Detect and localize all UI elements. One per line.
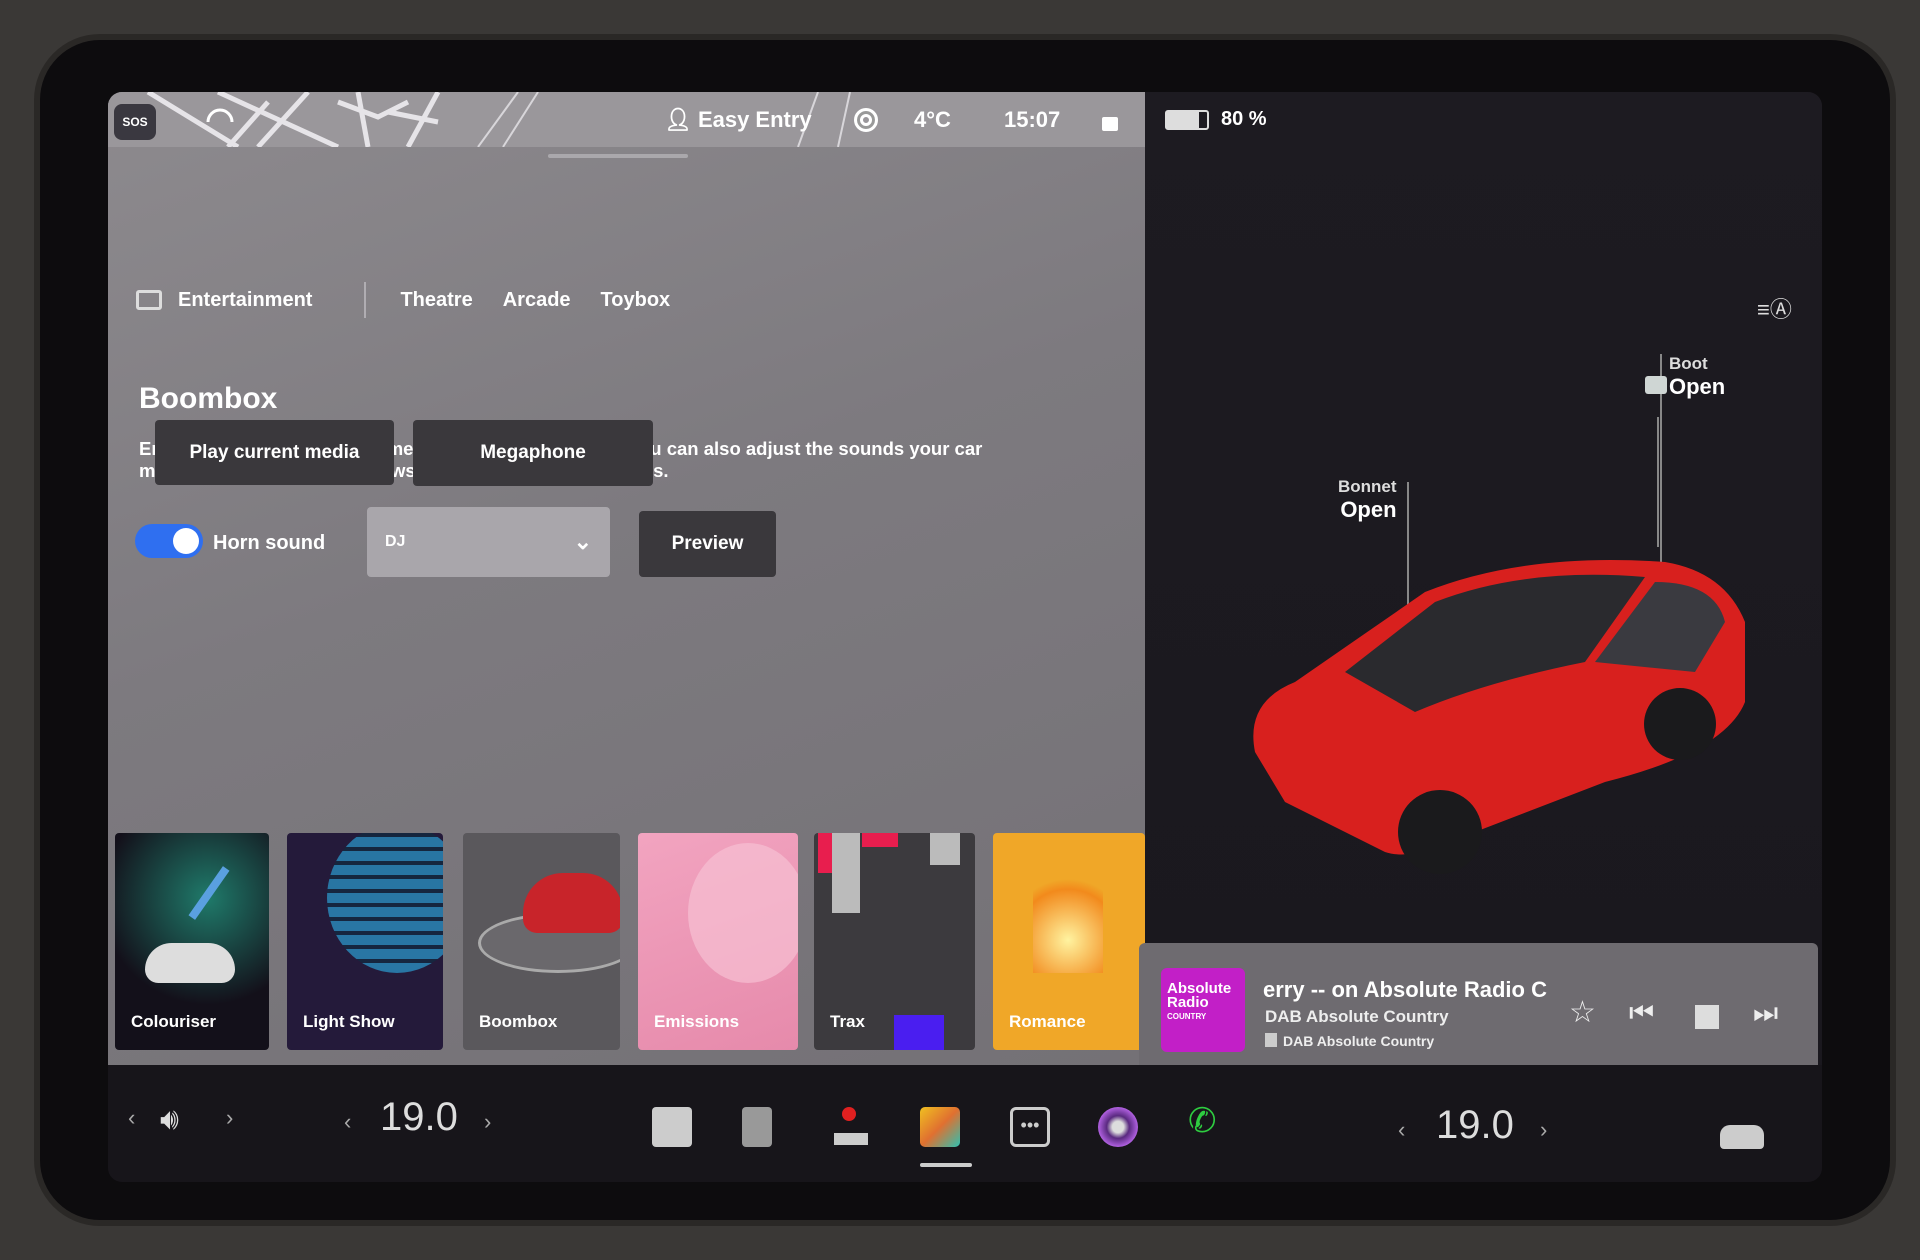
volume-down-chevron[interactable]: ‹ bbox=[128, 1105, 135, 1131]
tab-toybox[interactable]: Toybox bbox=[601, 289, 671, 312]
divider bbox=[364, 282, 367, 318]
volume-icon[interactable]: 🔊︎ bbox=[160, 1103, 179, 1137]
car-controls-icon[interactable] bbox=[1720, 1125, 1764, 1149]
cushion-icon bbox=[688, 843, 798, 983]
horn-sound-label: Horn sound bbox=[213, 532, 326, 554]
app-panel: SOS 👤︎ Easy Entry 4°C 15:07 Entertainmen… bbox=[108, 92, 1145, 1065]
wifi-icon bbox=[206, 108, 234, 123]
phone-icon[interactable]: ✆ bbox=[1188, 1101, 1217, 1141]
logo-text: COUNTRY bbox=[1167, 1012, 1207, 1021]
outside-temperature: 4°C bbox=[914, 107, 951, 132]
arcade-joystick-icon[interactable] bbox=[830, 1107, 870, 1147]
logo-text: Radio bbox=[1167, 994, 1209, 1011]
driver-temperature: 19.0 bbox=[380, 1095, 458, 1139]
map-strip[interactable]: SOS 👤︎ Easy Entry 4°C 15:07 bbox=[108, 92, 1145, 147]
tile-label: Romance bbox=[1009, 1012, 1086, 1031]
chevron-down-icon: ⌄ bbox=[573, 529, 592, 554]
driver-temp-down[interactable]: ‹ bbox=[344, 1109, 351, 1135]
vehicle-panel: 80 % ≡Ⓐ Bonnet Open Boot Open ϟ bbox=[1145, 92, 1822, 1065]
stop-icon[interactable] bbox=[1695, 1005, 1719, 1029]
tile-label: Boombox bbox=[479, 1012, 558, 1031]
disco-ball-icon bbox=[327, 833, 443, 973]
red-car-icon bbox=[523, 873, 620, 933]
radio-icon bbox=[1265, 1033, 1277, 1047]
tile-emissions[interactable]: Emissions bbox=[638, 833, 798, 1050]
fader-icon bbox=[818, 833, 832, 873]
radio-app-icon[interactable] bbox=[652, 1107, 692, 1147]
driver-temp-up[interactable]: › bbox=[484, 1109, 491, 1135]
tile-boombox[interactable]: Boombox bbox=[463, 833, 620, 1050]
active-app-indicator bbox=[920, 1163, 972, 1167]
volume-up-chevron[interactable]: › bbox=[226, 1105, 233, 1131]
rear-wheel bbox=[1644, 688, 1716, 760]
horn-sound-select[interactable]: DJ ⌄ bbox=[367, 507, 610, 577]
page-title: Boombox bbox=[139, 382, 278, 415]
tile-trax[interactable]: Trax bbox=[814, 833, 975, 1050]
tab-theatre[interactable]: Theatre bbox=[400, 289, 472, 312]
car-model-icon bbox=[145, 943, 235, 983]
tile-colouriser[interactable]: Colouriser bbox=[115, 833, 269, 1050]
sos-button[interactable]: SOS bbox=[114, 104, 156, 140]
tile-label: Emissions bbox=[654, 1012, 740, 1031]
toybox-app-icon[interactable] bbox=[920, 1107, 960, 1147]
horn-sound-toggle[interactable] bbox=[135, 524, 203, 558]
boot-label: Boot bbox=[1669, 354, 1708, 373]
battery-status: 80 % bbox=[1165, 108, 1267, 131]
track-title: erry -- on Absolute Radio C bbox=[1263, 977, 1547, 1002]
map-roads bbox=[146, 92, 851, 147]
film-icon bbox=[136, 290, 162, 310]
passenger-temp-up[interactable]: › bbox=[1540, 1117, 1547, 1143]
preview-button[interactable]: Preview bbox=[639, 511, 776, 577]
tab-arcade[interactable]: Arcade bbox=[503, 289, 571, 312]
favorite-star-icon[interactable]: ☆ bbox=[1569, 995, 1596, 1030]
play-current-media-button[interactable]: Play current media bbox=[155, 420, 394, 485]
megaphone-button[interactable]: Megaphone bbox=[413, 420, 653, 486]
campfire-icon bbox=[1033, 863, 1103, 973]
profile-name: Easy Entry bbox=[697, 107, 812, 132]
car-model[interactable] bbox=[1225, 452, 1785, 902]
bottom-bar: ‹ 🔊︎ › ‹ 19.0 › ••• ✆ ‹ 19.0 › bbox=[108, 1065, 1822, 1182]
boot-state: Open bbox=[1669, 374, 1726, 399]
tile-light-show[interactable]: Light Show bbox=[287, 833, 443, 1050]
fader-icon bbox=[832, 833, 860, 913]
touchscreen: SOS 👤︎ Easy Entry 4°C 15:07 Entertainmen… bbox=[108, 92, 1822, 1182]
tile-label: Colouriser bbox=[131, 1012, 217, 1031]
station-logo: Absolute Radio COUNTRY bbox=[1161, 968, 1245, 1052]
station-name: DAB Absolute Country bbox=[1265, 1007, 1449, 1026]
dropper-icon bbox=[188, 866, 230, 920]
fader-icon bbox=[894, 1015, 944, 1050]
tile-label: Light Show bbox=[303, 1012, 395, 1031]
next-track-icon[interactable]: ⏭︎ bbox=[1753, 997, 1778, 1030]
previous-track-icon[interactable]: ⏮︎ bbox=[1629, 997, 1654, 1030]
selected-sound: DJ bbox=[385, 533, 406, 550]
clock: 15:07 bbox=[1004, 107, 1061, 132]
drawer-handle[interactable] bbox=[548, 154, 688, 158]
profile-button[interactable]: 👤︎ Easy Entry bbox=[664, 102, 812, 138]
unlock-icon[interactable] bbox=[1645, 376, 1667, 394]
unlock-icon[interactable] bbox=[1102, 102, 1118, 138]
passenger-temperature: 19.0 bbox=[1436, 1103, 1514, 1147]
fader-icon bbox=[930, 833, 960, 865]
usb-app-icon[interactable] bbox=[742, 1107, 772, 1147]
tile-label: Trax bbox=[830, 1012, 865, 1031]
media-source: DAB Absolute Country bbox=[1265, 1033, 1434, 1049]
battery-percent: 80 % bbox=[1221, 108, 1267, 130]
camera-app-icon[interactable] bbox=[1098, 1107, 1138, 1147]
front-wheel bbox=[1398, 790, 1482, 874]
battery-icon bbox=[1165, 109, 1209, 130]
source-name: DAB Absolute Country bbox=[1283, 1033, 1435, 1049]
person-icon: 👤︎ bbox=[664, 107, 692, 132]
auto-headlights-icon[interactable]: ≡Ⓐ bbox=[1757, 292, 1792, 324]
passenger-temp-down[interactable]: ‹ bbox=[1398, 1117, 1405, 1143]
tab-entertainment[interactable]: Entertainment bbox=[178, 289, 312, 312]
entertainment-nav: Entertainment Theatre Arcade Toybox bbox=[136, 282, 700, 318]
more-apps-icon[interactable]: ••• bbox=[1010, 1107, 1050, 1147]
boot-control[interactable]: Boot Open bbox=[1669, 354, 1725, 400]
fader-icon bbox=[862, 833, 898, 847]
sentry-icon[interactable] bbox=[854, 102, 878, 138]
tile-romance[interactable]: Romance bbox=[993, 833, 1145, 1050]
